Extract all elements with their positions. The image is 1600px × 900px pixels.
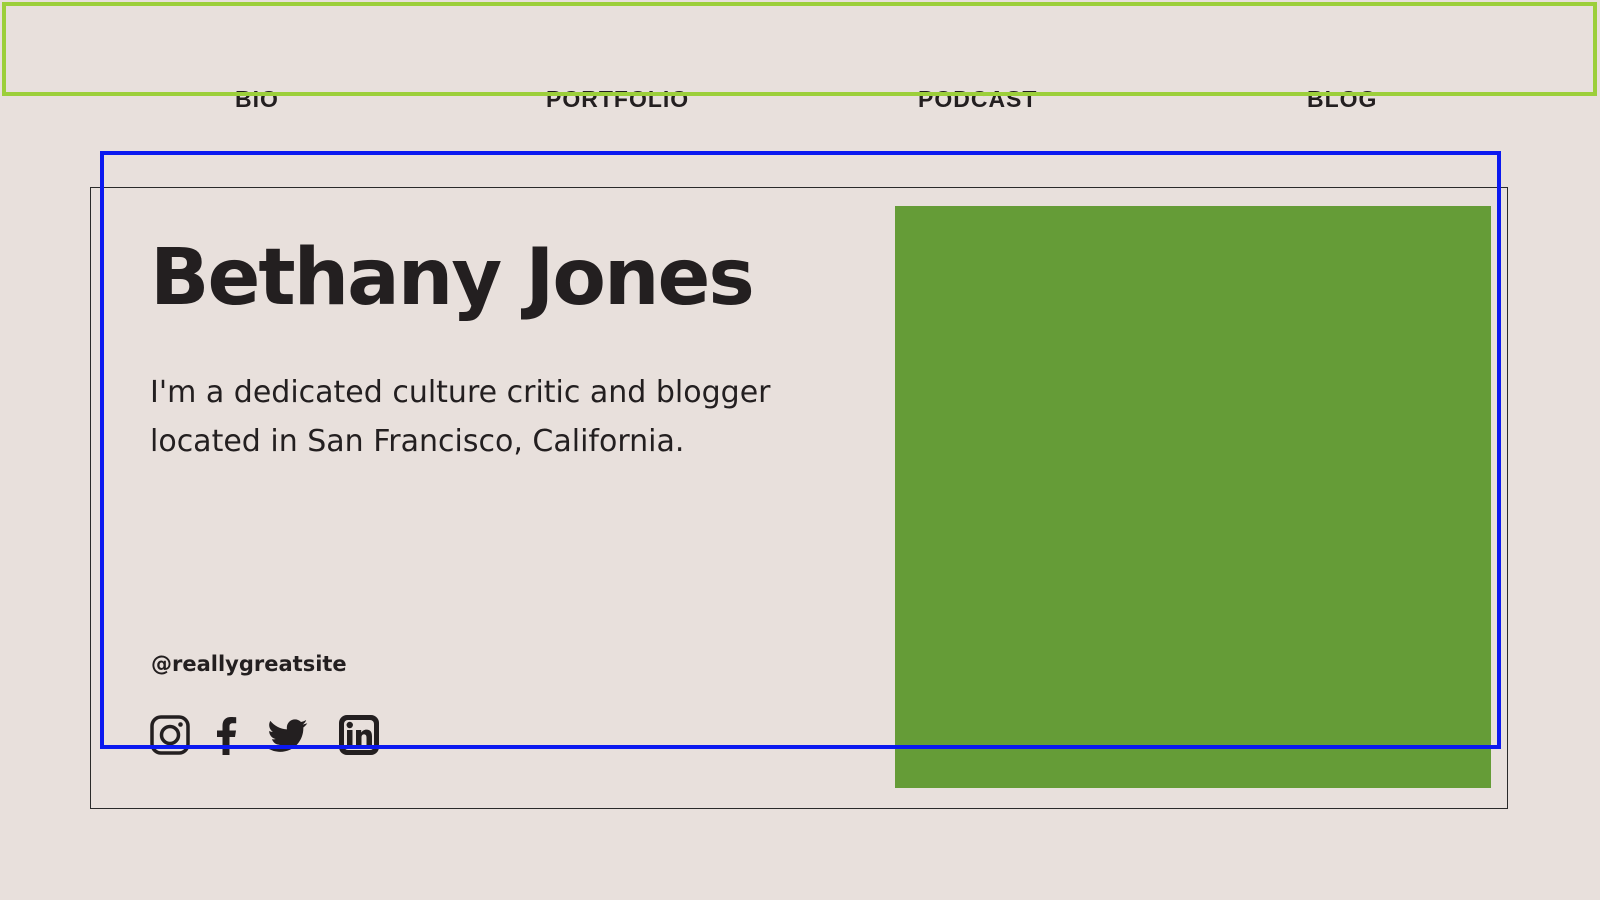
profile-tagline: I'm a dedicated culture critic and blogg… [150, 375, 771, 459]
linkedin-icon[interactable] [339, 715, 379, 755]
twitter-icon[interactable] [266, 715, 310, 755]
nav-item-podcast[interactable]: PODCAST [918, 86, 1037, 113]
nav-item-bio[interactable]: BIO [235, 86, 279, 113]
nav-item-blog[interactable]: BLOG [1307, 86, 1377, 113]
profile-photo [895, 206, 1491, 788]
top-highlight-box [2, 2, 1597, 96]
nav-item-portfolio[interactable]: PORTFOLIO [546, 86, 689, 113]
social-handle: @reallygreatsite [151, 652, 347, 676]
main-nav: BIO PORTFOLIO PODCAST BLOG [0, 86, 1600, 116]
instagram-icon[interactable] [150, 715, 190, 755]
facebook-icon[interactable] [214, 715, 238, 755]
profile-name: Bethany Jones [150, 233, 755, 323]
